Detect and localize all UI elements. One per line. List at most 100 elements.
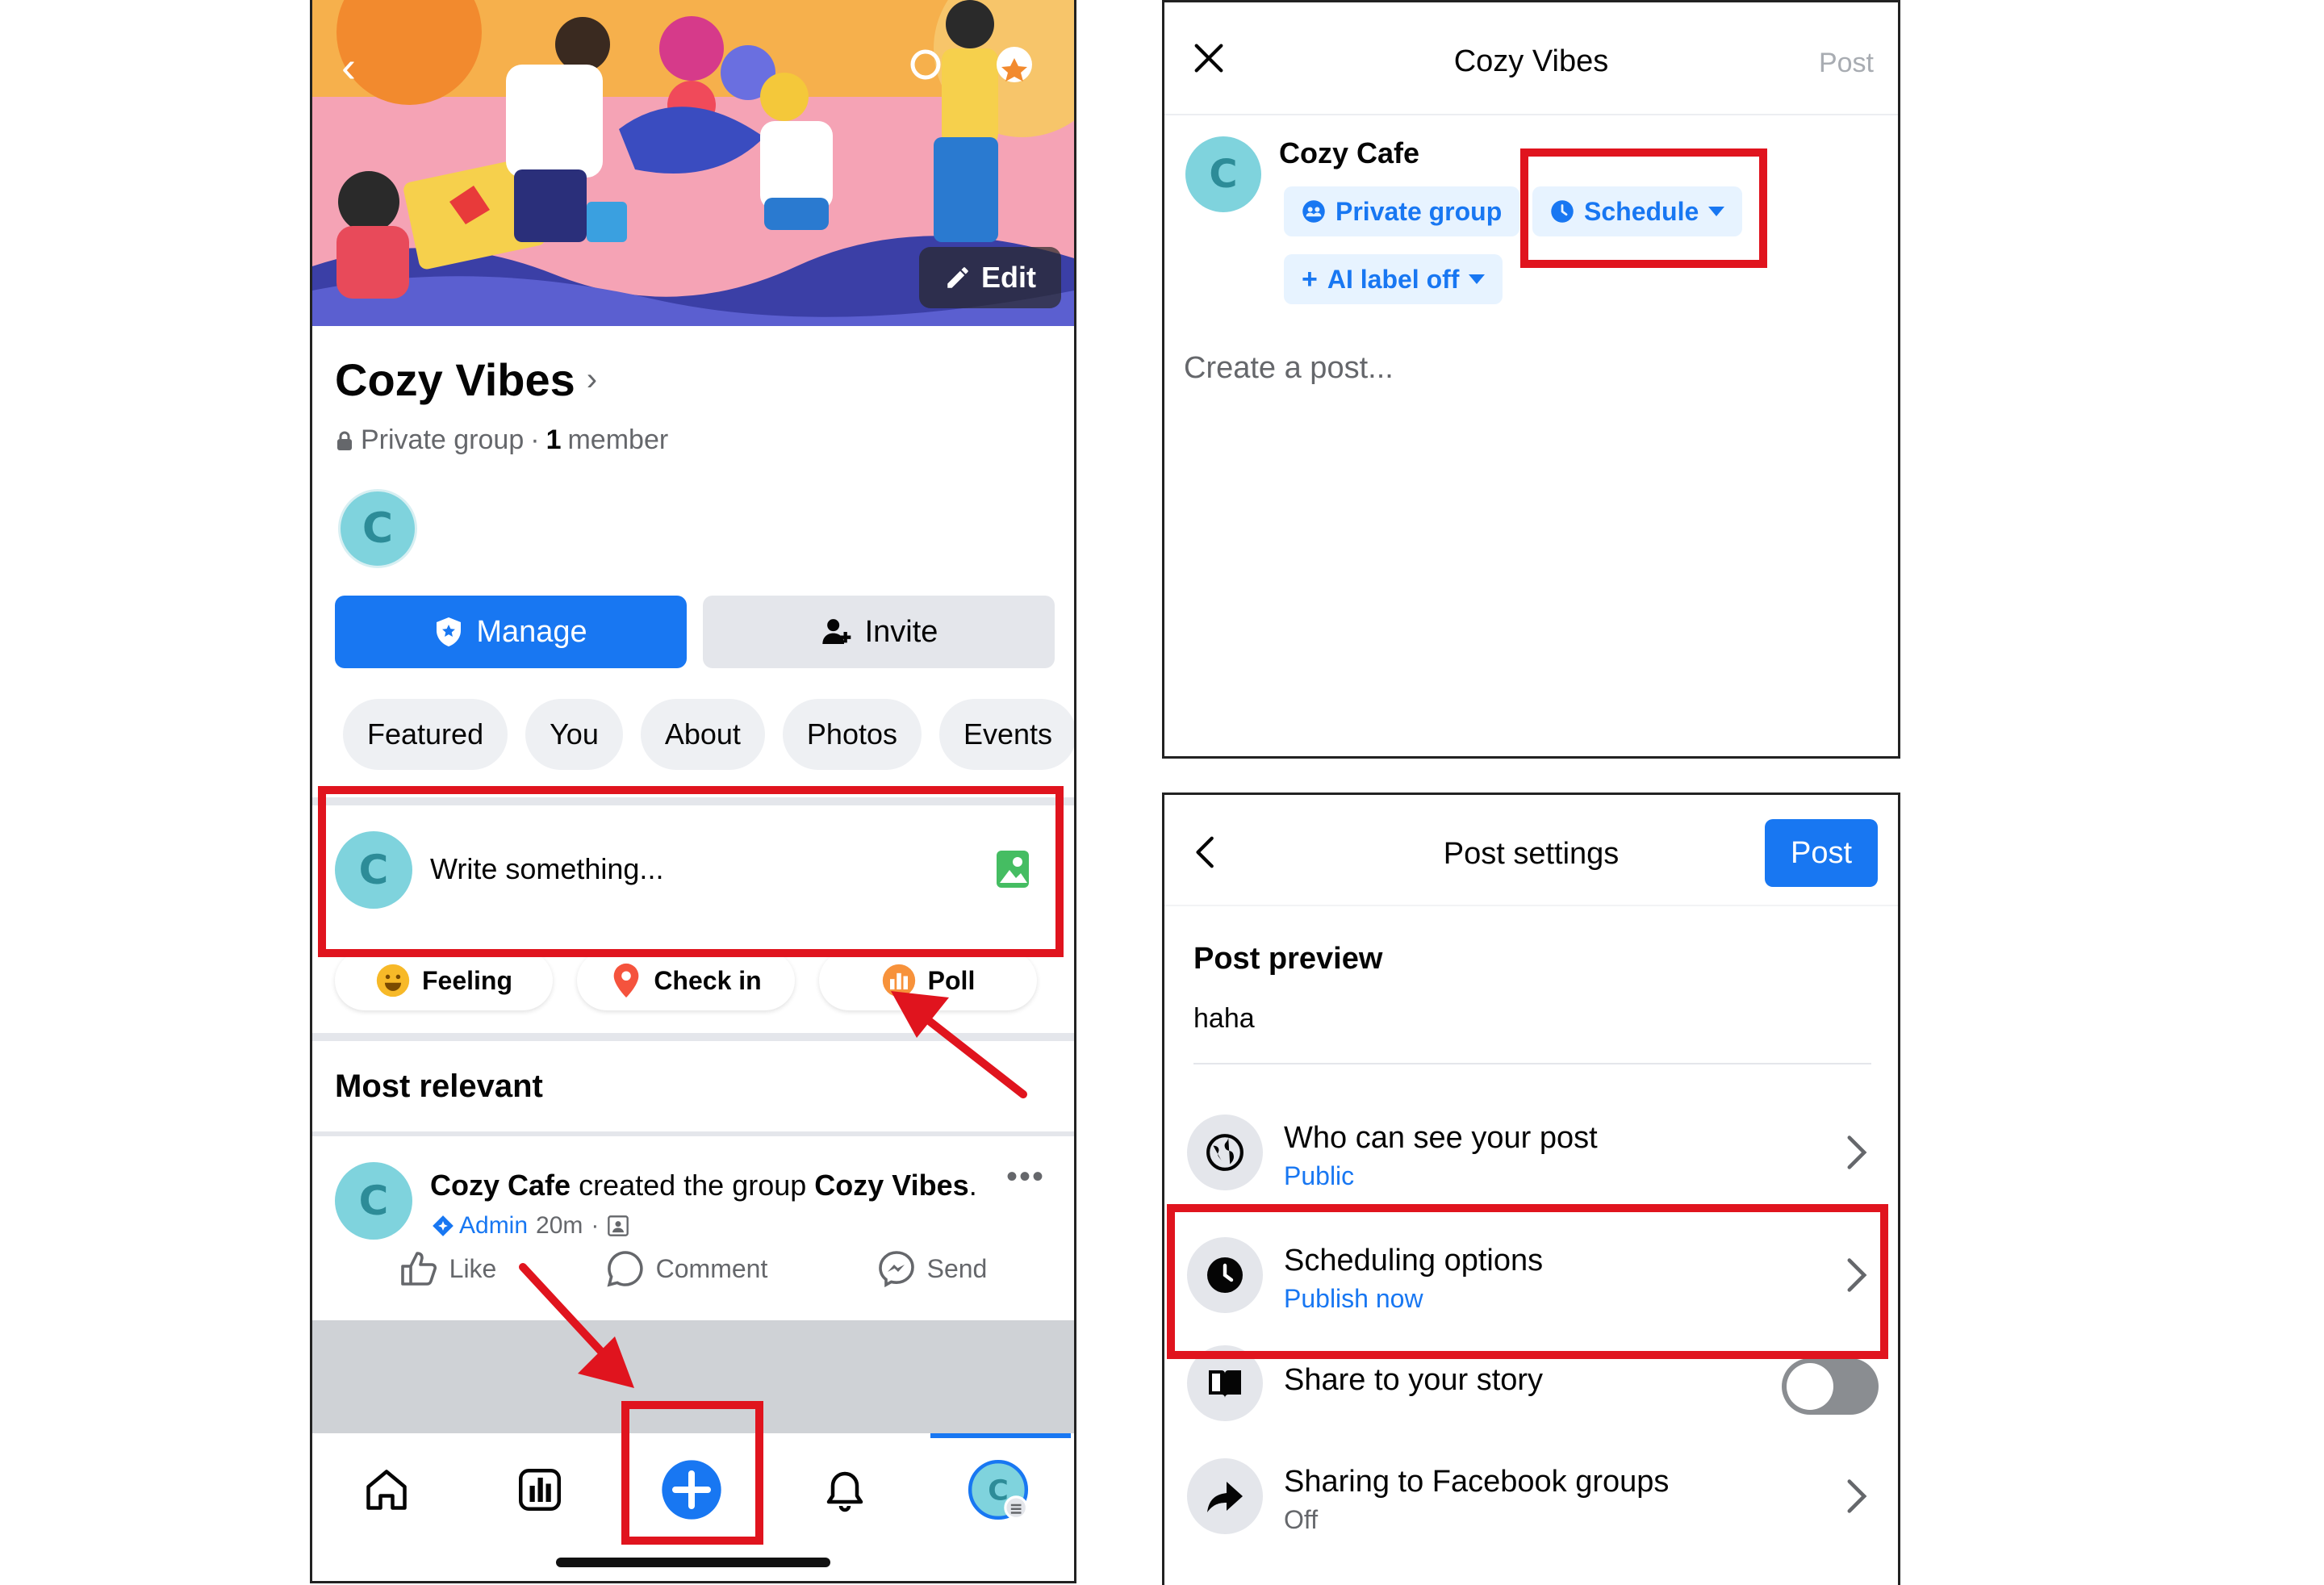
manage-button[interactable]: Manage	[335, 596, 687, 668]
like-button[interactable]: Like	[399, 1249, 497, 1288]
edit-cover-button[interactable]: Edit	[919, 247, 1061, 308]
invite-label: Invite	[864, 614, 938, 649]
member-count: 1	[545, 424, 562, 455]
thumbs-up-icon	[400, 1252, 437, 1286]
author-avatar: C	[1185, 136, 1261, 212]
chevron-right-icon	[1847, 1479, 1867, 1513]
tab-photos[interactable]: Photos	[782, 699, 922, 770]
post-group[interactable]: Cozy Vibes	[814, 1169, 968, 1202]
highlight-create-button	[621, 1401, 763, 1545]
plus-icon: +	[1302, 263, 1318, 295]
post-button[interactable]: Post	[1765, 819, 1878, 887]
check-in-button[interactable]: Check in	[577, 951, 795, 1010]
feeling-button[interactable]: Feeling	[335, 951, 553, 1010]
more-options-icon[interactable]: •••	[1006, 1159, 1045, 1195]
member-avatar[interactable]: C	[338, 489, 417, 568]
like-label: Like	[449, 1253, 497, 1283]
composer-actions: Feeling Check in Poll	[335, 951, 1037, 1010]
home-icon[interactable]	[354, 1457, 419, 1522]
tab-featured[interactable]: Featured	[343, 699, 508, 770]
author-name: Cozy Cafe	[1279, 136, 1420, 169]
member-word: member	[567, 424, 669, 455]
post-preview-label: Post preview	[1193, 942, 1383, 976]
post-preview-text: haha	[1193, 1003, 1255, 1034]
share-story-toggle[interactable]	[1782, 1358, 1879, 1415]
send-label: Send	[926, 1253, 988, 1283]
profile-icon[interactable]: C	[966, 1457, 1030, 1522]
post-meta: Admin 20m ·	[432, 1212, 629, 1240]
feeling-label: Feeling	[421, 965, 512, 995]
share-arrow-icon	[1187, 1458, 1263, 1534]
audience-row[interactable]: Who can see your post Public	[1164, 1097, 1898, 1202]
chevron-right-icon	[1847, 1135, 1867, 1169]
admin-label: Admin	[459, 1212, 529, 1239]
notifications-icon[interactable]	[813, 1457, 877, 1522]
tab-you[interactable]: You	[525, 699, 623, 770]
header-divider	[1164, 905, 1898, 906]
manage-label: Manage	[476, 614, 587, 649]
privacy-label: Private group	[361, 424, 525, 455]
messenger-icon	[878, 1251, 914, 1288]
feed-icon[interactable]	[508, 1457, 572, 1522]
caret-down-icon	[1469, 274, 1486, 284]
post-settings-screen: Post settings Post Post preview haha Who…	[1162, 792, 1900, 1585]
pencil-icon	[947, 267, 968, 288]
post-actions: Like Comment Send	[312, 1249, 1074, 1288]
create-post-title: Cozy Vibes	[1453, 44, 1609, 78]
nav-active-indicator	[930, 1433, 1071, 1438]
share-groups-row[interactable]: Sharing to Facebook groups Off	[1164, 1441, 1898, 1545]
highlight-composer	[318, 786, 1064, 957]
tab-about[interactable]: About	[640, 699, 765, 770]
group-title[interactable]: Cozy Vibes ›	[335, 353, 597, 406]
group-cover-photo[interactable]: ‹ Edit	[312, 0, 1074, 326]
group-members-icon	[608, 1215, 629, 1236]
post-button-disabled[interactable]: Post	[1819, 48, 1874, 79]
share-groups-value: Off	[1284, 1505, 1319, 1534]
comment-icon	[607, 1251, 643, 1287]
location-pin-icon	[613, 963, 639, 998]
post-verb: created the group	[579, 1169, 807, 1202]
privacy-chip[interactable]: Private group	[1284, 186, 1520, 236]
create-post-screen: Cozy Vibes Post C Cozy Cafe Private grou…	[1162, 0, 1900, 759]
feed-sort-label[interactable]: Most relevant	[335, 1069, 543, 1105]
highlight-schedule-chip	[1520, 148, 1767, 268]
share-groups-title: Sharing to Facebook groups	[1284, 1465, 1670, 1499]
post-time: 20m	[536, 1212, 583, 1239]
poll-icon	[882, 964, 915, 997]
globe-icon	[1187, 1115, 1263, 1190]
add-person-icon	[821, 619, 851, 644]
group-name: Cozy Vibes	[335, 354, 575, 405]
section-divider	[312, 1131, 1074, 1136]
poll-button[interactable]: Poll	[819, 951, 1037, 1010]
post-author[interactable]: Cozy Cafe	[430, 1169, 571, 1202]
poll-label: Poll	[927, 965, 976, 995]
post-headline: Cozy Cafe created the group Cozy Vibes.	[430, 1169, 977, 1202]
audience-title: Who can see your post	[1284, 1121, 1598, 1155]
chevron-right-icon: ›	[586, 362, 598, 397]
post-avatar[interactable]: C	[335, 1162, 412, 1240]
shield-icon	[437, 617, 462, 646]
group-tabs: Featured You About Photos Events	[343, 699, 1074, 770]
ai-label-chip[interactable]: + AI label off	[1284, 254, 1503, 304]
share-story-title: Share to your story	[1284, 1363, 1544, 1397]
audience-value: Public	[1284, 1161, 1355, 1190]
group-meta: Private group · 1 member	[335, 424, 668, 456]
feed-post: C Cozy Cafe created the group Cozy Vibes…	[312, 1146, 1074, 1315]
post-text-input[interactable]: Create a post...	[1184, 351, 1394, 386]
home-indicator	[556, 1558, 830, 1567]
back-icon[interactable]: ‹	[341, 45, 382, 89]
admin-diamond-icon	[433, 1215, 454, 1236]
smile-icon	[376, 964, 410, 997]
comment-label: Comment	[655, 1253, 768, 1283]
admin-badge: Admin	[432, 1212, 528, 1240]
tab-events[interactable]: Events	[939, 699, 1074, 770]
ai-label-chip-label: AI label off	[1327, 264, 1460, 294]
check-in-label: Check in	[654, 965, 762, 995]
invite-button[interactable]: Invite	[703, 596, 1055, 668]
section-divider	[312, 1033, 1074, 1041]
toggle-knob	[1787, 1363, 1833, 1410]
comment-button[interactable]: Comment	[606, 1249, 768, 1288]
send-button[interactable]: Send	[877, 1249, 988, 1288]
preview-divider	[1193, 1063, 1871, 1064]
highlight-scheduling-row	[1167, 1204, 1888, 1359]
